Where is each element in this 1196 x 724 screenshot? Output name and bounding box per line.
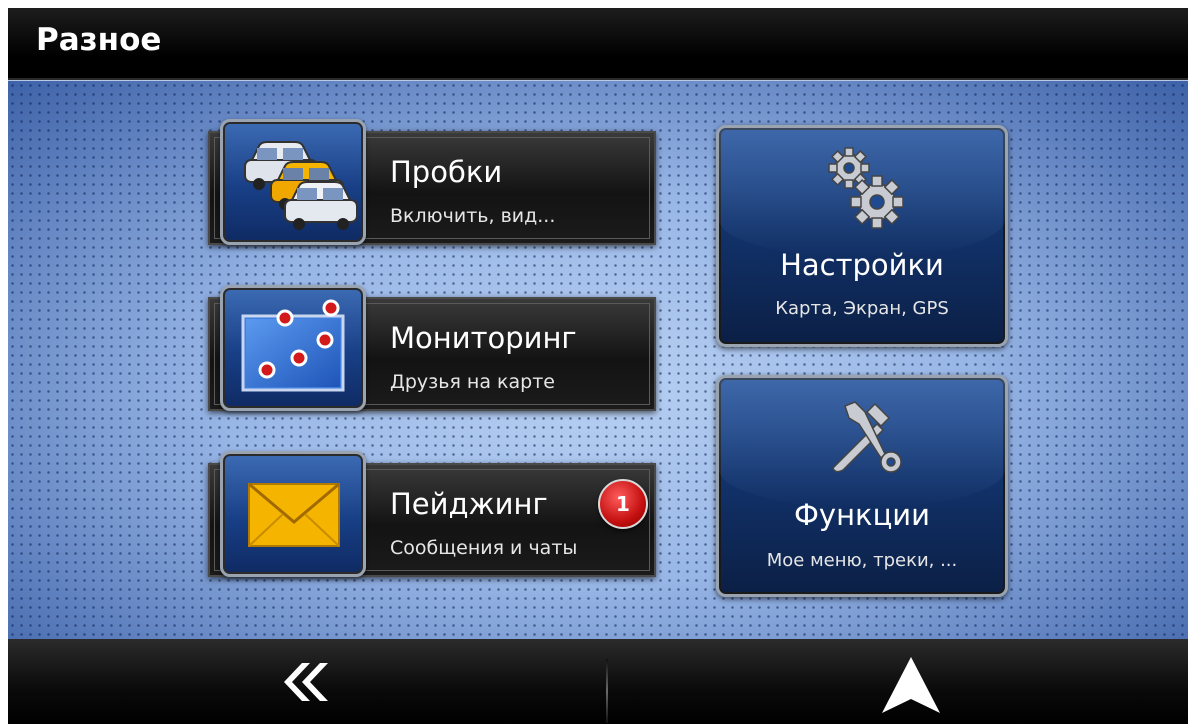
- menu-item-sublabel: Сообщения и чаты: [390, 537, 578, 559]
- main-menu-area: Пробки Включить, вид... Мониторинг Друзь…: [8, 80, 1188, 640]
- tools-icon: [832, 401, 902, 473]
- tile-sublabel: Карта, Экран, GPS: [775, 298, 949, 319]
- tile-label: Настройки: [780, 248, 944, 282]
- footer-bar: [8, 639, 1188, 724]
- menu-item-label: Пробки: [390, 155, 503, 189]
- header-bar: Разное: [8, 8, 1188, 80]
- menu-item-label: Пейджинг: [390, 487, 548, 521]
- menu-item-functions[interactable]: Функции Мое меню, треки, ...: [716, 375, 1008, 597]
- page-title: Разное: [36, 22, 162, 58]
- tile-sublabel: Мое меню, треки, ...: [766, 550, 958, 571]
- menu-item-monitoring[interactable]: Мониторинг Друзья на карте: [208, 285, 656, 411]
- navigation-arrow-icon: [882, 657, 940, 713]
- menu-item-settings[interactable]: Настройки Карта, Экран, GPS: [716, 125, 1008, 347]
- app-root: Разное Пробки Включить, вид... Мониторин…: [0, 0, 1196, 724]
- menu-item-sublabel: Включить, вид...: [390, 205, 556, 227]
- monitoring-map-icon: [220, 285, 366, 411]
- double-chevron-left-icon: [284, 663, 328, 701]
- menu-item-paging[interactable]: Пейджинг Сообщения и чаты: [208, 451, 656, 577]
- menu-item-sublabel: Друзья на карте: [390, 371, 555, 393]
- menu-item-traffic[interactable]: Пробки Включить, вид...: [208, 119, 656, 245]
- tile-label: Функции: [793, 498, 931, 532]
- screen-frame: Разное Пробки Включить, вид... Мониторин…: [8, 8, 1188, 724]
- menu-item-label: Мониторинг: [390, 321, 577, 355]
- unread-count-badge: 1: [598, 479, 648, 529]
- back-button[interactable]: [8, 639, 606, 724]
- navigate-button[interactable]: [608, 639, 1188, 724]
- gears-icon: [828, 147, 904, 229]
- traffic-icon: [220, 119, 366, 245]
- envelope-icon: [220, 451, 366, 577]
